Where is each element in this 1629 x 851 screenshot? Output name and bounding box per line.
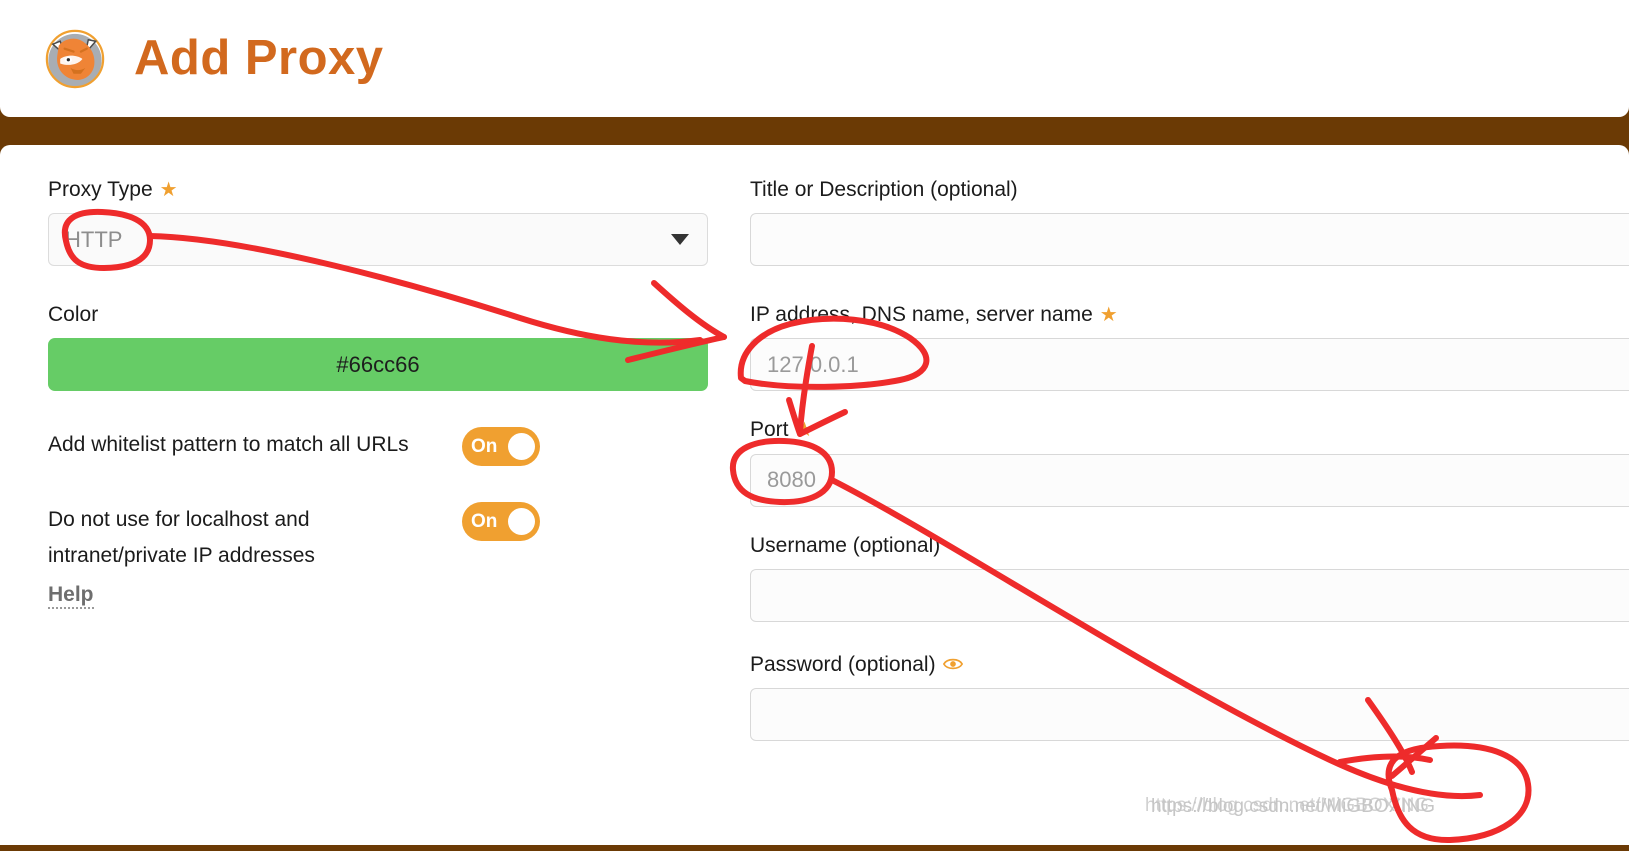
proxy-type-select[interactable]: HTTP — [48, 213, 708, 267]
page-title: Add Proxy — [134, 31, 384, 85]
whitelist-toggle-state: On — [471, 435, 498, 457]
password-field: Password (optional) — [750, 652, 1629, 741]
port-placeholder: 8080 — [767, 467, 816, 493]
username-input[interactable] — [750, 568, 1629, 622]
star-icon: ★ — [1099, 303, 1118, 326]
localhost-toggle-label: Do not use for localhost and intranet/pr… — [48, 508, 315, 568]
proxy-form-card: Proxy Type ★ HTTP Color #66cc66 Add whit — [0, 145, 1629, 845]
username-field: Username (optional) — [750, 533, 1629, 622]
title-description-input[interactable] — [750, 213, 1629, 267]
header-divider-bar — [0, 117, 1629, 145]
star-icon: ★ — [795, 418, 814, 441]
host-label: IP address, DNS name, server name ★ — [750, 302, 1629, 327]
port-input[interactable]: 8080 — [750, 453, 1629, 507]
host-field: IP address, DNS name, server name ★ 127.… — [750, 302, 1629, 392]
title-description-label: Title or Description (optional) — [750, 178, 1018, 201]
help-link[interactable]: Help — [48, 583, 94, 609]
color-label-text: Color — [48, 303, 99, 327]
proxy-type-field: Proxy Type ★ HTTP — [48, 177, 710, 267]
localhost-toggle-state: On — [471, 510, 498, 532]
color-swatch[interactable]: #66cc66 — [48, 338, 708, 392]
password-input[interactable] — [750, 687, 1629, 741]
proxy-type-label-text: Proxy Type — [48, 178, 153, 201]
form-right-column: Title or Description (optional) IP addre… — [750, 177, 1629, 741]
password-label-text: Password (optional) — [750, 652, 936, 676]
whitelist-toggle-row: Add whitelist pattern to match all URLs … — [48, 427, 710, 467]
toggle-knob — [508, 508, 535, 536]
color-field: Color #66cc66 — [48, 302, 710, 392]
eye-icon[interactable] — [942, 657, 963, 671]
foxyproxy-fox-icon — [45, 29, 105, 88]
color-label: Color — [48, 302, 710, 327]
title-description-field: Title or Description (optional) — [750, 177, 1629, 267]
page-header: Add Proxy — [0, 0, 1629, 117]
host-placeholder: 127.0.0.1 — [767, 351, 859, 377]
star-icon: ★ — [159, 178, 178, 201]
port-field: Port ★ 8080 — [750, 417, 1629, 507]
host-label-text: IP address, DNS name, server name — [750, 303, 1093, 327]
watermark-line-2: https://blog.csdn.net/MiGBOXING — [1151, 796, 1436, 817]
proxy-type-label: Proxy Type ★ — [48, 177, 710, 202]
proxy-type-value: HTTP — [65, 226, 123, 252]
localhost-toggle[interactable]: On — [462, 502, 540, 542]
whitelist-toggle[interactable]: On — [462, 427, 540, 467]
port-label: Port ★ — [750, 417, 1629, 442]
brand: Add Proxy — [38, 22, 384, 96]
watermark: https://blog.csdn.net/MiGBOXING https://… — [1145, 795, 1615, 817]
chevron-down-icon — [671, 234, 689, 246]
color-value: #66cc66 — [336, 351, 420, 377]
username-label: Username (optional) — [750, 533, 941, 557]
host-input[interactable]: 127.0.0.1 — [750, 338, 1629, 392]
toggle-knob — [508, 433, 535, 461]
port-label-text: Port — [750, 418, 789, 442]
whitelist-toggle-label: Add whitelist pattern to match all URLs — [48, 433, 409, 457]
localhost-toggle-row: Do not use for localhost and intranet/pr… — [48, 502, 710, 574]
form-left-column: Proxy Type ★ HTTP Color #66cc66 Add whit — [48, 177, 710, 609]
password-label: Password (optional) — [750, 652, 1629, 677]
